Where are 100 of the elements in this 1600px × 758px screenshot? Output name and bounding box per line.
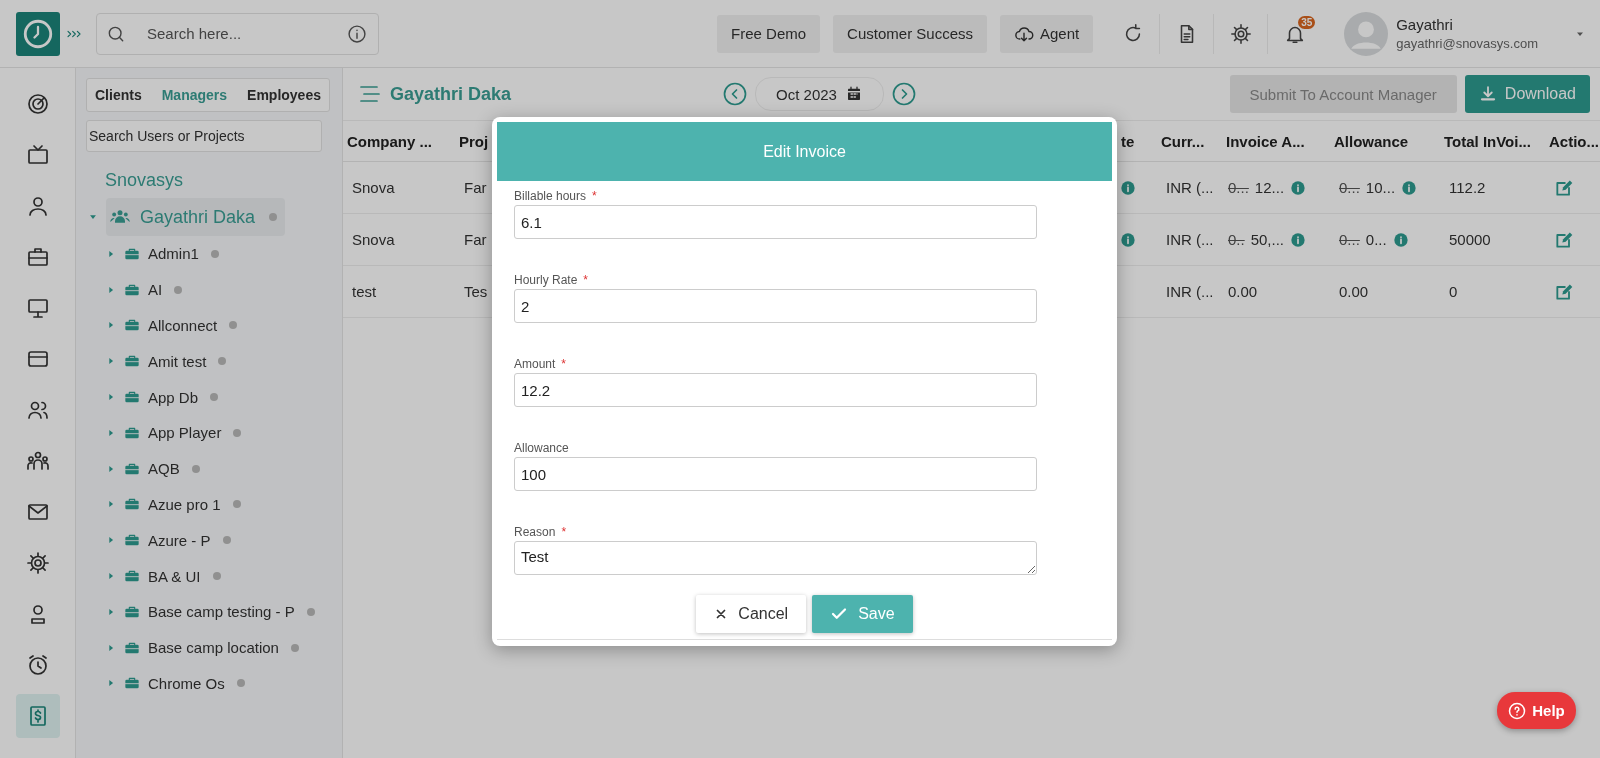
table-cell: 0.00: [1228, 283, 1258, 300]
table-cell: 0.00: [1339, 283, 1369, 300]
settings-icon: [1229, 22, 1252, 45]
table-cell: INR (...: [1166, 231, 1214, 248]
status-dot: [236, 679, 245, 688]
column-header[interactable]: Allowance: [1334, 132, 1409, 150]
monitor-icon: [25, 296, 50, 320]
input-field[interactable]: 12.2: [514, 373, 1037, 407]
table-cell: Far: [464, 231, 487, 248]
tree-item[interactable]: AI: [148, 281, 163, 299]
help-button[interactable]: Help: [1497, 692, 1576, 729]
input-field[interactable]: 100: [514, 457, 1037, 491]
column-header[interactable]: Total InVoi...: [1444, 132, 1531, 150]
table-cell: Snova: [352, 179, 395, 196]
column-header[interactable]: Proj: [459, 132, 489, 150]
month-label: Oct 2023: [776, 85, 837, 103]
tree-item[interactable]: AQB: [148, 460, 180, 478]
help-icon: [1508, 701, 1527, 720]
search-field[interactable]: Search Users or Projects: [86, 120, 322, 152]
tree-item[interactable]: App Db: [148, 388, 199, 406]
tree-item[interactable]: Chrome Os: [148, 674, 225, 692]
status-dot: [306, 607, 315, 616]
table-cell: INR (...: [1166, 179, 1214, 196]
tab[interactable]: Clients: [95, 87, 142, 103]
app-logo[interactable]: [16, 11, 60, 56]
page-title: Gayathri Daka: [390, 83, 512, 105]
input-field[interactable]: 2: [514, 289, 1037, 323]
column-header[interactable]: Curr...: [1161, 132, 1205, 150]
tree-item[interactable]: Azure - P: [148, 531, 211, 549]
avatar-icon: [1344, 11, 1389, 56]
modal-title: Edit Invoice: [763, 142, 846, 161]
tv-icon: [25, 143, 50, 167]
cancel-button[interactable]: Cancel: [696, 595, 807, 633]
status-dot: [210, 249, 219, 258]
team-icon: [25, 449, 50, 473]
field-label: Allowance: [514, 441, 570, 455]
table-cell: 112.2: [1449, 179, 1486, 196]
header-button[interactable]: Customer Success: [833, 14, 987, 53]
table-cell: 50,...: [1250, 231, 1285, 248]
download-icon: [1478, 85, 1497, 103]
reason-field[interactable]: Test: [514, 541, 1037, 575]
status-dot: [218, 357, 227, 366]
previous-month-button[interactable]: [723, 82, 748, 106]
tree-item[interactable]: App Player: [148, 424, 222, 442]
old-value: 0...: [1339, 231, 1360, 248]
column-header[interactable]: Invoice A...: [1226, 132, 1305, 150]
table-cell: Tes: [464, 283, 488, 300]
tree-item[interactable]: Base camp location: [148, 639, 279, 657]
input-field[interactable]: 6.1: [514, 205, 1037, 239]
notification-badge: 35: [1298, 15, 1316, 29]
old-value: 0...: [1339, 179, 1360, 196]
settings-icon: [25, 551, 50, 575]
tree-item[interactable]: Base camp testing - P: [148, 603, 295, 621]
header-button[interactable]: Free Demo: [717, 14, 821, 53]
tab[interactable]: Employees: [247, 87, 321, 103]
field-label: Hourly Rate *: [514, 273, 590, 287]
target-icon: [25, 92, 50, 116]
tree-item[interactable]: Azue pro 1: [148, 495, 221, 513]
status-dot: [290, 643, 299, 652]
status-dot: [233, 428, 242, 437]
tree-item[interactable]: Amit test: [148, 352, 207, 370]
briefcase-icon: [25, 245, 50, 269]
status-dot: [232, 500, 241, 509]
chevron-left-icon: [723, 82, 748, 106]
user-name: Gayathri: [1396, 16, 1454, 33]
tree-item[interactable]: Allconnect: [148, 317, 218, 334]
table-cell: Far: [464, 179, 487, 196]
status-dot: [229, 321, 238, 330]
table-cell: 10...: [1365, 179, 1396, 196]
status-dot: [174, 285, 183, 294]
column-header[interactable]: te: [1121, 132, 1135, 150]
tree-item[interactable]: Admin1: [148, 245, 199, 263]
table-cell: INR (...: [1166, 283, 1214, 300]
table-cell: 0...: [1365, 231, 1387, 248]
info-outline-icon: [347, 23, 367, 44]
status-dot: [210, 393, 219, 402]
user-email: gayathri@snovasys.com: [1396, 36, 1538, 51]
chevron-right-icon: [891, 82, 916, 106]
next-month-button[interactable]: [891, 82, 916, 106]
table-cell: Snova: [352, 231, 395, 248]
table-cell: 0: [1449, 283, 1458, 300]
status-dot: [212, 572, 221, 581]
status-dot: [269, 213, 278, 221]
column-header[interactable]: Actio...: [1549, 132, 1599, 150]
month-picker[interactable]: Oct 2023: [755, 77, 884, 111]
table-cell: 50000: [1449, 231, 1491, 248]
header-button[interactable]: Agent: [1000, 14, 1094, 53]
search-field[interactable]: Search here...: [96, 12, 379, 55]
old-value: 0...: [1228, 179, 1249, 196]
old-value: 0..: [1228, 231, 1245, 248]
status-dot: [222, 536, 231, 545]
tree-node-label: Gayathri Daka: [140, 206, 256, 228]
column-header[interactable]: Company ...: [347, 132, 432, 150]
table-cell: test: [352, 283, 377, 300]
table-cell: 12...: [1254, 179, 1285, 196]
field-label: Billable hours *: [514, 189, 598, 203]
field-label: Reason *: [514, 525, 568, 539]
tree-item[interactable]: BA & UI: [148, 567, 201, 585]
field-label: Amount *: [514, 357, 568, 371]
status-dot: [191, 464, 200, 473]
